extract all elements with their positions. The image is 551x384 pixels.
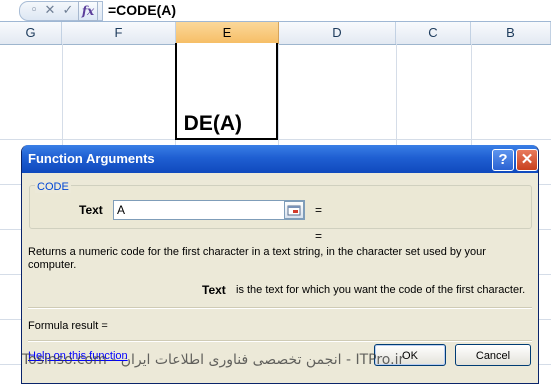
dialog-title-bar[interactable]: Function Arguments ? ✕ <box>22 145 538 173</box>
watermark: Tosinso.com - انجمن تخصصی فناوری اطلاعات… <box>22 352 405 368</box>
divider <box>28 340 532 342</box>
function-arguments-dialog: Function Arguments ? ✕ CODE Text A = = R… <box>21 145 539 384</box>
column-headers: G F E D C B <box>0 22 551 45</box>
formula-bar: ◦ ✕ ✓ fx =CODE(A) <box>0 0 551 22</box>
close-button[interactable]: ✕ <box>516 149 538 171</box>
argument-description-name: Text <box>202 283 226 297</box>
formula-result: Formula result = <box>28 320 108 332</box>
check-icon[interactable]: ✓ <box>60 3 76 19</box>
column-header-b[interactable]: B <box>471 22 551 44</box>
cancel-button[interactable]: Cancel <box>455 344 531 366</box>
x-icon[interactable]: ✕ <box>42 3 58 19</box>
collapse-dialog-icon <box>287 205 301 216</box>
column-header-c[interactable]: C <box>396 22 471 44</box>
argument-description: is the text for which you want the code … <box>236 284 526 296</box>
argument-value-equals: = <box>315 203 323 217</box>
collapse-dialog-button[interactable] <box>284 201 304 219</box>
formula-input[interactable]: =CODE(A) <box>108 1 176 20</box>
function-result-equals: = <box>315 229 323 243</box>
help-button[interactable]: ? <box>492 149 514 171</box>
column-header-e[interactable]: E <box>176 22 279 44</box>
column-header-g[interactable]: G <box>0 22 62 44</box>
text-argument-input[interactable]: A <box>113 200 305 220</box>
insert-function-button[interactable]: fx <box>78 1 98 21</box>
dialog-title: Function Arguments <box>28 151 155 166</box>
active-cell[interactable]: DE(A) <box>175 43 278 140</box>
function-description: Returns a numeric code for the first cha… <box>28 246 486 271</box>
column-header-f[interactable]: F <box>62 22 176 44</box>
column-header-d[interactable]: D <box>279 22 396 44</box>
divider <box>28 307 532 309</box>
argument-label: Text <box>79 203 103 217</box>
cell-content: DE(A) <box>183 112 242 135</box>
expand-dots-icon[interactable]: ◦ <box>26 3 42 19</box>
function-name-label: CODE <box>35 181 71 193</box>
